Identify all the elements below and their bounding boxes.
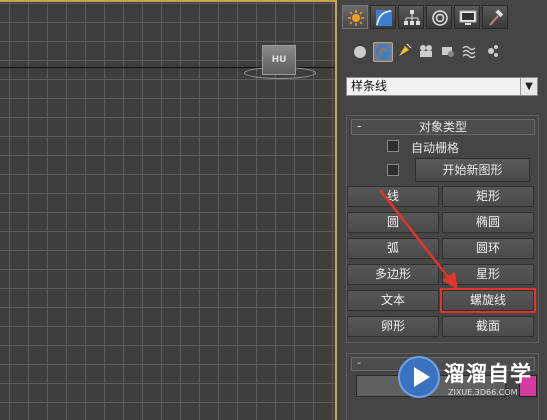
category-dropdown[interactable]: 样条线 ▼ — [346, 77, 538, 96]
tab-create[interactable] — [342, 5, 368, 29]
viewcube[interactable]: HU — [262, 45, 296, 75]
create-subcategory-bar — [347, 42, 537, 64]
lights-icon — [399, 43, 412, 56]
rollout-collapse-icon[interactable]: - — [357, 356, 361, 369]
tab-motion[interactable] — [426, 5, 452, 29]
watermark-logo-icon — [398, 356, 440, 398]
star-button[interactable]: 星形 — [442, 264, 534, 285]
egg-button[interactable]: 卵形 — [347, 316, 439, 337]
utilities-hammer-icon — [489, 9, 504, 26]
line-button[interactable]: 线 — [347, 186, 439, 207]
lights-button[interactable] — [395, 42, 415, 62]
systems-button[interactable] — [483, 42, 503, 62]
autogrid-label: 自动栅格 — [411, 141, 460, 155]
display-monitor-icon — [459, 10, 477, 25]
ellipse-button[interactable]: 椭圆 — [442, 212, 534, 233]
hierarchy-icon — [404, 10, 420, 25]
helix-button[interactable]: 螺旋线 — [440, 288, 536, 313]
viewport-top[interactable]: HU — [0, 0, 337, 420]
space-warps-icon — [462, 45, 476, 59]
start-new-shape-checkbox[interactable] — [387, 164, 399, 176]
cameras-icon — [420, 45, 432, 57]
watermark: 溜溜自学 ZIXUE.3D66.COM — [398, 352, 547, 408]
start-new-shape-button[interactable]: 开始新图形 — [415, 158, 530, 182]
command-panel-tabs — [339, 5, 547, 29]
object-type-rollout-header[interactable]: - 对象类型 — [351, 119, 535, 135]
tab-utilities[interactable] — [482, 5, 508, 29]
shapes-icon — [375, 44, 391, 60]
category-dropdown-value: 样条线 — [351, 79, 388, 93]
motion-icon — [432, 10, 448, 26]
rollout-collapse-icon[interactable]: - — [357, 119, 361, 133]
object-type-rollout: - 对象类型 自动栅格 开始新图形 线 矩形 圆 椭圆 弧 圆环 多边形 星形 … — [346, 115, 539, 343]
helpers-button[interactable] — [439, 42, 459, 62]
geometry-button[interactable] — [351, 42, 371, 62]
circle-button[interactable]: 圆 — [347, 212, 439, 233]
watermark-url: ZIXUE.3D66.COM — [448, 388, 518, 397]
ngon-button[interactable]: 多边形 — [347, 264, 439, 285]
tab-modify[interactable] — [370, 5, 396, 29]
rectangle-button[interactable]: 矩形 — [442, 186, 534, 207]
donut-button[interactable]: 圆环 — [442, 238, 534, 259]
chevron-down-icon[interactable]: ▼ — [520, 78, 537, 95]
space-warps-button[interactable] — [461, 42, 481, 62]
tab-display[interactable] — [454, 5, 480, 29]
modify-curve-icon — [376, 10, 392, 26]
tab-hierarchy[interactable] — [398, 5, 424, 29]
create-sun-icon — [348, 10, 364, 26]
watermark-text: 溜溜自学 — [444, 362, 532, 386]
rollout-title: 对象类型 — [418, 120, 467, 134]
viewport-active-border — [0, 0, 335, 2]
section-button[interactable]: 截面 — [442, 316, 534, 337]
shapes-button[interactable] — [373, 42, 393, 62]
systems-icon — [488, 45, 498, 57]
helpers-icon — [442, 47, 454, 57]
cameras-button[interactable] — [417, 42, 437, 62]
autogrid-checkbox[interactable] — [387, 140, 399, 152]
geometry-sphere-icon — [354, 46, 366, 58]
arc-button[interactable]: 弧 — [347, 238, 439, 259]
text-button[interactable]: 文本 — [347, 290, 439, 311]
